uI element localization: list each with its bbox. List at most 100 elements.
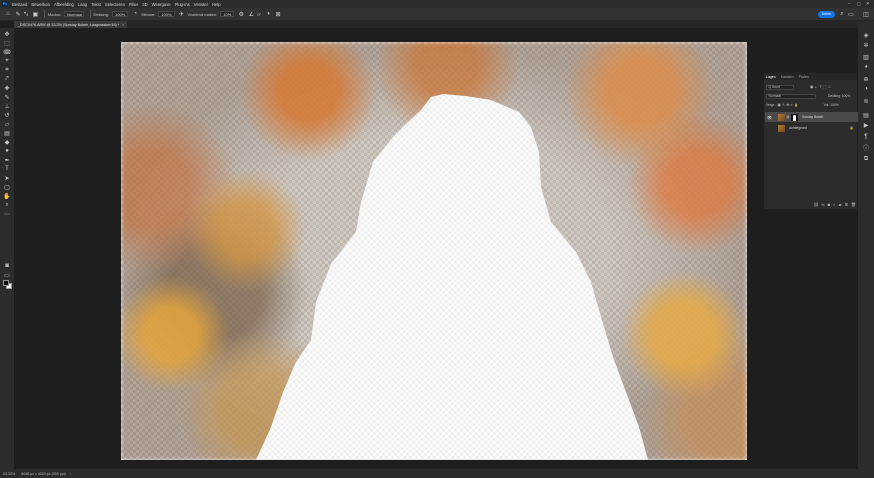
add-mask-icon[interactable]: ◙ xyxy=(828,202,830,207)
gear-icon[interactable]: ⚙ xyxy=(237,10,245,18)
hand-icon[interactable]: ✋ xyxy=(2,192,12,200)
flow-input[interactable]: 100% xyxy=(158,11,175,17)
pressure-opacity-icon[interactable]: ◔ xyxy=(131,10,139,18)
menu-venster[interactable]: Venster xyxy=(194,2,208,7)
visibility-eye-icon[interactable]: 👁 xyxy=(767,115,772,120)
eyedropper-icon[interactable]: ⤤ xyxy=(2,75,12,83)
info-icon[interactable]: ⓘ xyxy=(861,143,871,152)
menu-plugins[interactable]: Plug-ins xyxy=(175,2,190,7)
actions-icon[interactable]: ▶ xyxy=(861,121,871,129)
new-group-icon[interactable]: ▰ xyxy=(838,202,841,207)
brush-tool-icon[interactable]: ✎ xyxy=(14,10,22,18)
status-chevron-icon[interactable]: › xyxy=(70,472,71,476)
close-window-button[interactable]: ✕ xyxy=(866,1,870,7)
right-dock: ◈ ✲ ▥ ◕ ⊕ ◑ ≋ ▤ ▶ ¶ ⓘ ⧉ xyxy=(858,21,874,469)
brush-preset-picker[interactable]: • 4 xyxy=(24,11,28,17)
document-canvas[interactable] xyxy=(121,42,747,460)
menu-bestand[interactable]: Bestand xyxy=(12,2,27,7)
tab-kanalen[interactable]: Kanalen xyxy=(781,75,794,79)
layer-fill-input[interactable]: 100% xyxy=(830,103,838,107)
marquee-icon[interactable]: ⬚ xyxy=(2,39,12,47)
layer-row-sunday-bokeh[interactable]: 👁 ⛓ Sunday Bokeh xyxy=(765,112,858,122)
libraries-icon[interactable]: ▥ xyxy=(861,53,871,61)
crop-icon[interactable]: ⌗ xyxy=(2,66,12,74)
layer-filter-select[interactable]: Q Soort xyxy=(766,84,794,90)
brush-settings-icon[interactable]: ▣ xyxy=(31,10,39,18)
link-layers-icon[interactable]: ⛓ xyxy=(813,202,818,207)
history-brush-icon[interactable]: ↺ xyxy=(2,111,12,119)
lasso-icon[interactable]: ↂ xyxy=(2,48,12,56)
menu-afbeelding[interactable]: Afbeelding xyxy=(54,2,74,7)
gradient-icon[interactable]: ▤ xyxy=(2,129,12,137)
quick-select-icon[interactable]: ⌖ xyxy=(2,57,12,65)
lock-icons[interactable]: ▦✎✥⌗🔒 xyxy=(778,103,800,107)
layer-filter-icons[interactable]: ▣◐T⬚⌹ xyxy=(810,85,832,89)
path-select-icon[interactable]: ➤ xyxy=(2,174,12,182)
move-icon[interactable]: ✥ xyxy=(2,30,12,38)
mode-select[interactable]: Normaal xyxy=(63,11,84,17)
brush-icon[interactable]: ✎ xyxy=(2,93,12,101)
menu-filter[interactable]: Filter xyxy=(129,2,138,7)
fill-label: Vul: xyxy=(823,103,830,107)
menu-tekst[interactable]: Tekst xyxy=(91,2,101,7)
eraser-icon[interactable]: ▱ xyxy=(2,120,12,128)
shape-icon[interactable]: ▢ xyxy=(2,183,12,191)
healing-icon[interactable]: ✚ xyxy=(2,84,12,92)
symmetry-icon[interactable]: ⊠ xyxy=(274,10,282,18)
zoom-level[interactable]: 33,33% xyxy=(3,472,15,476)
minimize-button[interactable]: – xyxy=(848,1,851,6)
cloud-icon[interactable]: ◫ xyxy=(862,10,870,18)
opacity-input[interactable]: 100% xyxy=(112,11,129,17)
airbrush-icon[interactable]: ✈ xyxy=(178,10,186,18)
tab-lagen[interactable]: Lagen xyxy=(766,75,776,79)
channels-icon[interactable]: ≋ xyxy=(861,97,871,105)
history-icon[interactable]: ⧉ xyxy=(861,155,871,163)
maximize-button[interactable]: ▢ xyxy=(857,1,861,7)
search-icon[interactable]: ⌕ xyxy=(838,10,846,18)
close-tab-icon[interactable]: × xyxy=(122,23,124,27)
type-icon[interactable]: T xyxy=(2,165,12,173)
layer-mask-thumbnail[interactable] xyxy=(790,113,798,121)
home-icon[interactable]: ⌂ xyxy=(4,10,12,18)
layer-row-achtergrond[interactable]: Achtergrond 🔒 xyxy=(765,123,858,133)
canvas-area[interactable] xyxy=(14,28,858,469)
smoothing-input[interactable]: 10% xyxy=(220,11,235,17)
menu-selecteren[interactable]: Selecteren xyxy=(105,2,125,7)
workspace-icon[interactable]: ▭ xyxy=(847,10,855,18)
tab-paden[interactable]: Paden xyxy=(799,75,809,79)
color-icon[interactable]: ◕ xyxy=(861,63,871,71)
blur-icon[interactable]: ◆ xyxy=(2,138,12,146)
menu-bewerken[interactable]: Bewerken xyxy=(31,2,50,7)
swatches-icon[interactable]: ⊕ xyxy=(861,75,871,83)
layer-style-icon[interactable]: fx xyxy=(822,202,825,207)
pen-icon[interactable]: ✒ xyxy=(2,156,12,164)
pressure-size-icon[interactable]: ◑ xyxy=(264,10,272,18)
document-tab[interactable]: _DSC0476.ARW @ 33,3% (Sunday Bokeh, Laag… xyxy=(14,21,127,28)
adjustment-layer-icon[interactable]: ◐ xyxy=(833,202,835,207)
share-button[interactable]: Delen xyxy=(818,10,835,18)
foreground-color-swatch[interactable] xyxy=(3,280,9,286)
delete-layer-icon[interactable]: 🗑 xyxy=(851,202,856,207)
link-icon[interactable]: ⛓ xyxy=(786,115,790,119)
more-icon[interactable]: ⋯ xyxy=(2,210,12,218)
screen-mode-icon[interactable]: ▭ xyxy=(2,271,12,279)
quick-mask-icon[interactable]: ◙ xyxy=(2,262,12,270)
adjustments-icon[interactable]: ◑ xyxy=(861,85,871,93)
layers-dock-icon[interactable]: ▤ xyxy=(861,111,871,119)
learn-icon[interactable]: ◈ xyxy=(861,31,871,39)
lock-label: Vergr.: xyxy=(766,103,776,107)
menu-laag[interactable]: Laag xyxy=(78,2,87,7)
new-layer-icon[interactable]: ⊞ xyxy=(845,202,848,207)
menu-3d[interactable]: 3D xyxy=(142,2,147,7)
properties-icon[interactable]: ✲ xyxy=(861,41,871,49)
angle-value[interactable]: 0° xyxy=(257,12,261,17)
menu-help[interactable]: Help xyxy=(212,2,221,7)
blend-mode-select[interactable]: Normaal xyxy=(766,93,816,99)
layer-opacity-input[interactable]: 100% xyxy=(842,94,850,98)
document-info[interactable]: 6048 px x 4024 px (300 ppi) xyxy=(21,472,66,476)
paragraph-icon[interactable]: ¶ xyxy=(861,133,871,141)
zoom-icon[interactable]: ⌕ xyxy=(2,201,12,209)
stamp-icon[interactable]: ⊥ xyxy=(2,102,12,110)
dodge-icon[interactable]: ● xyxy=(2,147,12,155)
menu-weergave[interactable]: Weergave xyxy=(152,2,171,7)
